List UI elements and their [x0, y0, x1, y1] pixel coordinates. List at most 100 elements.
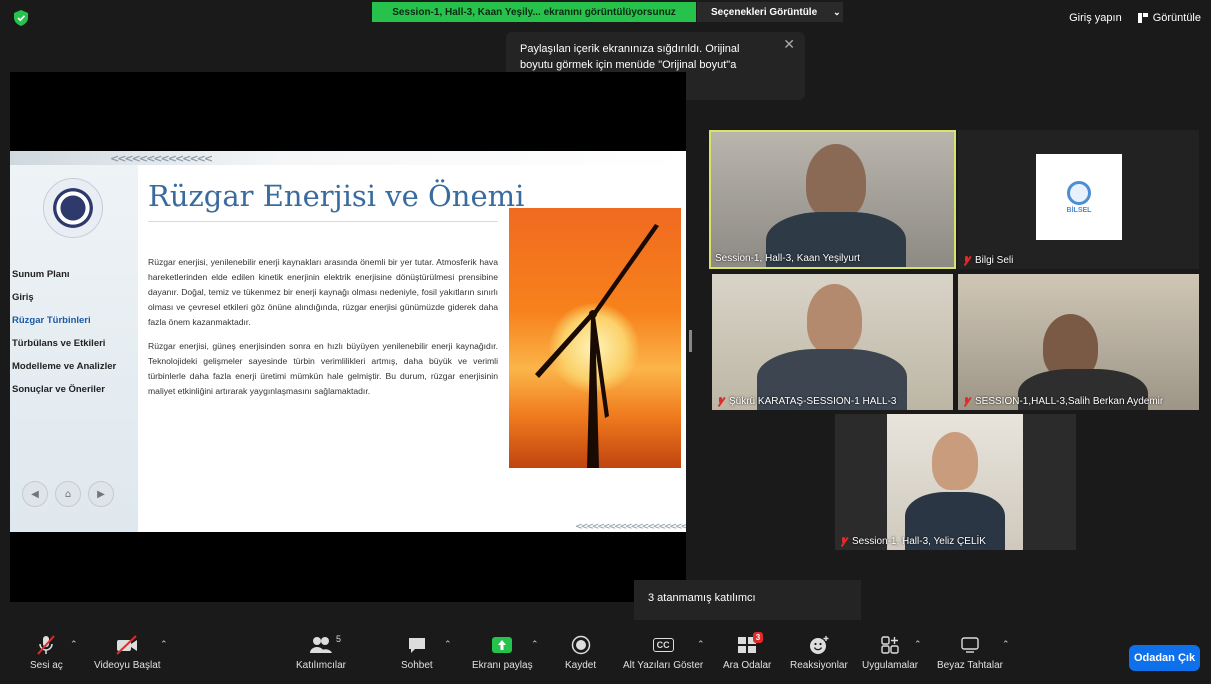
apps-icon	[880, 634, 900, 656]
next-icon[interactable]: ▶	[88, 481, 114, 507]
university-emblem-icon	[43, 178, 103, 238]
zoom-meeting-window: Session-1, Hall-3, Kaan Yeşily... ekranı…	[0, 0, 1211, 684]
unmute-label: Sesi aç	[30, 660, 63, 671]
chevron-up-icon[interactable]: ⌃	[531, 640, 539, 650]
closed-captions-glyph: CC	[652, 638, 674, 652]
reactions-button[interactable]: Reaksiyonlar	[790, 634, 848, 671]
slide-menu-item: Giriş	[12, 292, 34, 303]
video-tile[interactable]: Şükrü KARATAŞ-SESSION-1 HALL-3	[712, 274, 953, 410]
chevron-up-icon[interactable]: ⌃	[1002, 640, 1010, 650]
whiteboard-icon	[960, 634, 980, 656]
chevron-up-icon[interactable]: ⌃	[160, 640, 168, 650]
record-button[interactable]: Kaydet	[565, 634, 596, 671]
participant-name: Session-1, Hall-3, Yeliz ÇELİK	[839, 536, 986, 547]
divider	[148, 221, 498, 222]
record-icon	[571, 634, 591, 656]
video-tile[interactable]: SESSION-1,HALL-3,Salih Berkan Aydemir	[958, 274, 1199, 410]
apps-label: Uygulamalar	[862, 660, 919, 671]
participant-name: SESSION-1,HALL-3,Salih Berkan Aydemir	[962, 396, 1163, 407]
bilsel-logo-text: BİLSEL	[1066, 206, 1092, 214]
slide-menu-item: Sunum Planı	[12, 269, 70, 280]
slide-paragraph: Rüzgar enerjisi, güneş enerjisinden sonr…	[148, 341, 498, 396]
screen-share-banner: Session-1, Hall-3, Kaan Yeşily... ekranı…	[372, 2, 696, 22]
bilsel-logo: BİLSEL	[1036, 154, 1122, 240]
start-video-label: Videoyu Başlat	[94, 660, 161, 671]
slide-menu-item: Modelleme ve Analizler	[12, 361, 117, 372]
video-off-icon	[114, 634, 140, 656]
turbine-silhouette	[535, 224, 659, 468]
unmute-button[interactable]: Sesi aç	[30, 634, 63, 671]
view-options-button[interactable]: Seçenekleri Görüntüle ⌄	[697, 2, 843, 22]
meeting-toolbar: Sesi aç ⌃ Videoyu Başlat ⌃ 5 Katılımcıla…	[0, 624, 1211, 684]
captions-label: Alt Yazıları Göster	[623, 660, 704, 671]
start-video-button[interactable]: Videoyu Başlat	[94, 634, 161, 671]
slide-nav: ◀ ⌂ ▶	[22, 481, 114, 507]
mic-off-icon	[36, 634, 56, 656]
record-label: Kaydet	[565, 660, 597, 671]
mic-muted-icon	[716, 396, 725, 407]
presentation-slide: <<<<<<<<<<<<<< Rüzgar Enerjisi ve Önemi …	[10, 151, 686, 532]
unassigned-participants-popup: 3 atanmamış katılımcı	[634, 580, 861, 620]
participants-icon: 5	[310, 634, 341, 656]
grid-view-icon	[1137, 13, 1148, 23]
bottom-decoration: <<<<<<<<<<<<<<<<<<<<	[575, 522, 686, 532]
share-screen-button[interactable]: Ekranı paylaş	[472, 634, 533, 671]
video-tile-active-speaker[interactable]: Session-1, Hall-3, Kaan Yeşilyurt	[709, 130, 956, 269]
shared-screen[interactable]: <<<<<<<<<<<<<< Rüzgar Enerjisi ve Önemi …	[10, 72, 686, 602]
chevron-up-icon[interactable]: ⌃	[444, 640, 452, 650]
video-tile[interactable]: BİLSEL Bilgi Seli	[958, 130, 1199, 269]
chat-label: Sohbet	[401, 660, 433, 671]
closed-captions-icon: CC	[652, 634, 674, 656]
captions-button[interactable]: CC Alt Yazıları Göster	[623, 634, 703, 671]
breakout-rooms-button[interactable]: 3 Ara Odalar	[723, 632, 772, 671]
participant-video	[807, 284, 862, 354]
chevron-up-icon[interactable]: ⌃	[697, 640, 705, 650]
view-button[interactable]: Görüntüle	[1137, 12, 1201, 24]
view-label: Görüntüle	[1152, 12, 1201, 24]
slide-menu: Sunum Planı Giriş Rüzgar Türbinleri Türb…	[12, 269, 116, 407]
participant-name: Bilgi Seli	[962, 255, 1013, 266]
breakout-rooms-icon: 3	[737, 632, 764, 656]
slide-title: Rüzgar Enerjisi ve Önemi	[148, 179, 525, 213]
breakout-badge: 3	[752, 632, 764, 643]
participant-video	[887, 414, 1023, 550]
slide-menu-item: Sonuçlar ve Öneriler	[12, 384, 105, 395]
leave-meeting-button[interactable]: Odadan Çık	[1129, 645, 1200, 671]
whiteboards-label: Beyaz Tahtalar	[937, 660, 1003, 671]
chevron-up-icon[interactable]: ⌃	[70, 640, 78, 650]
previous-icon[interactable]: ◀	[22, 481, 48, 507]
participant-face	[932, 432, 978, 490]
participant-name: Şükrü KARATAŞ-SESSION-1 HALL-3	[716, 396, 896, 407]
shield-icon[interactable]	[14, 10, 28, 26]
splitter-handle[interactable]	[689, 330, 692, 352]
participants-count: 5	[335, 634, 341, 644]
apps-button[interactable]: Uygulamalar	[862, 634, 918, 671]
video-tile[interactable]: Session-1, Hall-3, Yeliz ÇELİK	[835, 414, 1076, 550]
smiley-icon	[808, 634, 830, 656]
home-icon[interactable]: ⌂	[55, 481, 81, 507]
close-icon[interactable]: ✕	[783, 36, 795, 52]
mic-muted-icon	[839, 536, 848, 547]
view-options-label: Seçenekleri Görüntüle	[711, 6, 818, 18]
whiteboards-button[interactable]: Beyaz Tahtalar	[937, 634, 1003, 671]
globe-icon	[1067, 180, 1091, 205]
chat-icon	[407, 634, 427, 656]
chevron-decoration: <<<<<<<<<<<<<<	[110, 152, 213, 165]
slide-paragraph: Rüzgar enerjisi, yenilenebilir enerji ka…	[148, 257, 498, 327]
chat-button[interactable]: Sohbet	[401, 634, 433, 671]
share-screen-icon	[491, 634, 513, 656]
participants-button[interactable]: 5 Katılımcılar	[296, 634, 346, 671]
share-screen-label: Ekranı paylaş	[472, 660, 533, 671]
top-right-controls: Giriş yapın Görüntüle	[1069, 12, 1201, 24]
sign-in-link[interactable]: Giriş yapın	[1069, 12, 1122, 24]
mic-muted-icon	[962, 396, 971, 407]
slide-menu-item-active: Rüzgar Türbinleri	[12, 315, 91, 326]
participant-name: Session-1, Hall-3, Kaan Yeşilyurt	[715, 253, 861, 264]
participants-label: Katılımcılar	[296, 660, 347, 671]
chevron-up-icon[interactable]: ⌃	[914, 640, 922, 650]
slide-body: Rüzgar enerjisi, yenilenebilir enerji ka…	[148, 255, 498, 399]
chevron-down-icon: ⌄	[833, 6, 841, 17]
slide-menu-item: Türbülans ve Etkileri	[12, 338, 106, 349]
breakout-rooms-label: Ara Odalar	[723, 660, 772, 671]
participant-video	[806, 144, 866, 219]
